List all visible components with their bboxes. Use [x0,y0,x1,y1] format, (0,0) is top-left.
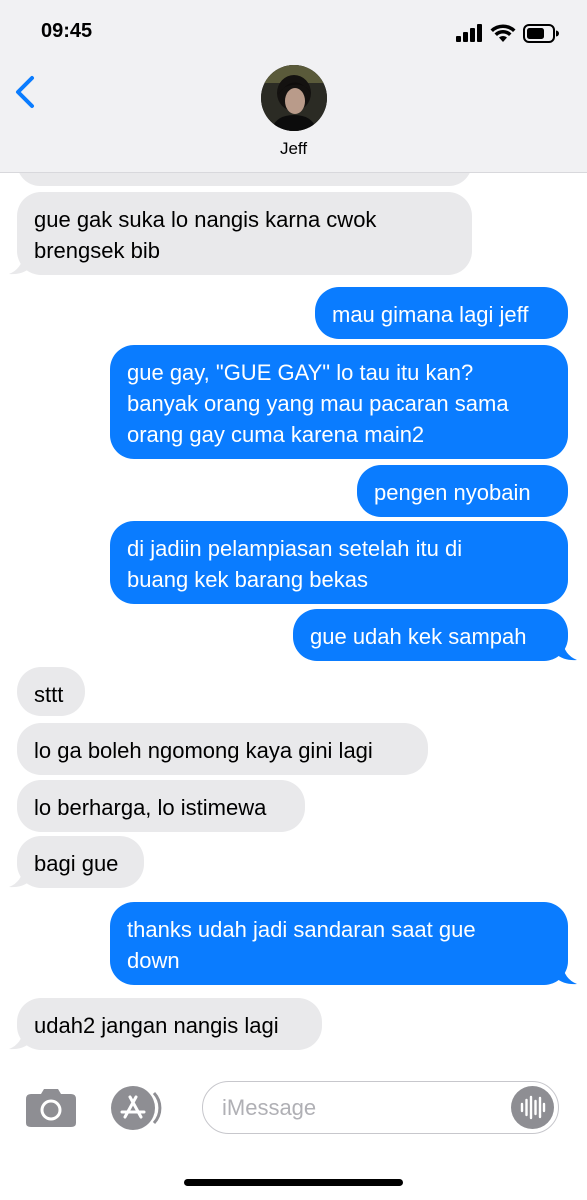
received-message-bubble[interactable]: gue gak suka lo nangis karna cwok brengse… [17,192,472,275]
wifi-icon [490,23,516,42]
message-line: di jadiin pelampiasan setelah itu di [127,536,463,561]
audio-waveform-icon [520,1095,546,1120]
message-line: gue udah kek sampah [310,624,527,649]
message-line: mau gimana lagi jeff [332,302,529,327]
imessage-placeholder: iMessage [222,1095,317,1120]
sent-message-bubble[interactable]: gue gay, "GUE GAY" lo tau itu kan? banyak… [110,345,568,459]
bubble-tail [9,1028,30,1050]
message-line: sttt [34,682,64,707]
message-line: bagi gue [34,851,119,876]
received-message-bubble[interactable]: lo berharga, lo istimewa [17,780,305,832]
bubble-tail [9,866,30,888]
message-line: lo ga boleh ngomong kaya gini lagi [34,738,373,763]
sent-message-bubble[interactable]: di jadiin pelampiasan setelah itu di buan… [110,521,568,604]
message-line: gue gak suka lo nangis karna cwok [34,207,377,232]
message-line: banyak orang yang mau pacaran sama [127,391,509,416]
back-chevron-icon[interactable] [10,70,44,114]
bubble-tail [556,639,577,661]
message-line: buang kek barang bekas [127,567,368,592]
received-message-bubble[interactable]: bagi gue [17,836,144,888]
status-time: 09:45 [41,20,93,42]
message-line: pengen nyobain [374,480,531,505]
sent-message-bubble[interactable]: pengen nyobain [357,465,568,517]
message-line: lo berharga, lo istimewa [34,795,267,820]
imessage-input[interactable]: iMessage [202,1081,559,1134]
message-line: brengsek bib [34,238,160,263]
received-message-bubble[interactable]: sttt [17,667,85,716]
sent-message-bubble[interactable]: thanks udah jadi sandaran saat gue down [110,902,568,985]
avatar-photo-icon [261,65,327,131]
message-line: gue gay, "GUE GAY" lo tau itu kan? [127,360,474,385]
sent-message-bubble[interactable]: mau gimana lagi jeff [315,287,568,339]
bubble-tail [556,963,577,985]
camera-icon[interactable] [25,1088,77,1128]
received-message-bubble[interactable]: udah2 jangan nangis lagi [17,998,322,1050]
received-message-bubble[interactable]: lo ga boleh ngomong kaya gini lagi [17,723,428,775]
cellular-signal-icon [456,24,482,42]
bubble-tail [9,253,30,275]
contact-avatar[interactable] [261,65,327,131]
message-line: thanks udah jadi sandaran saat gue [127,917,476,942]
message-thread[interactable]: gue gak suka lo nangis karna cwok brengse… [0,0,587,1200]
message-line: orang gay cuma karena main2 [127,422,425,447]
audio-record-button[interactable] [511,1086,554,1129]
conversation-header: 09:45 Jeff [0,0,587,173]
sent-message-bubble[interactable]: gue udah kek sampah [293,609,568,661]
message-line: udah2 jangan nangis lagi [34,1013,279,1038]
message-line: down [127,948,180,973]
home-indicator [184,1179,403,1186]
battery-icon [523,23,559,43]
contact-name[interactable]: Jeff [0,139,587,159]
status-icons [456,22,559,44]
app-store-icon[interactable] [110,1085,170,1131]
